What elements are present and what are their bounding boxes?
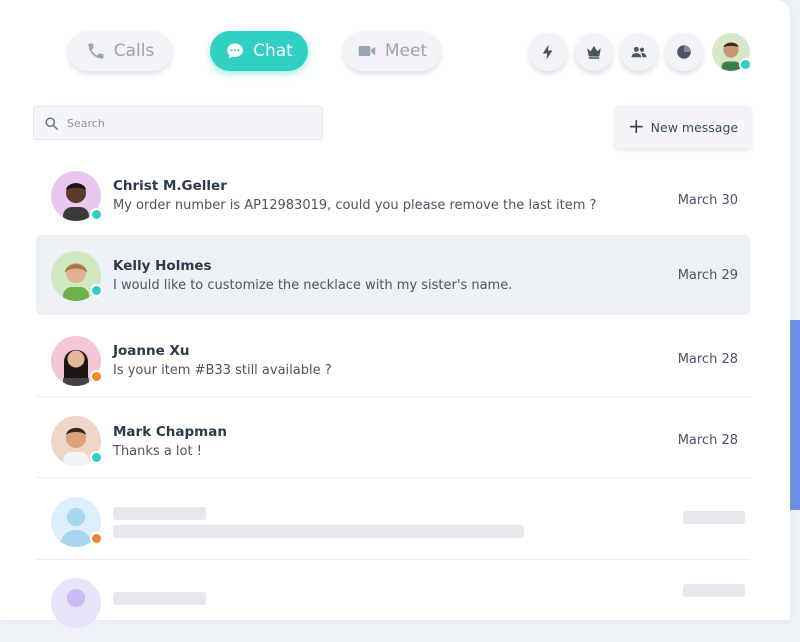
plus-icon: + <box>627 114 645 138</box>
group-button[interactable] <box>620 33 658 71</box>
message-preview: Thanks a lot ! <box>113 444 202 459</box>
new-message-button[interactable]: + New message <box>615 106 751 148</box>
contact-name: Mark Chapman <box>113 424 227 440</box>
pie-chart-icon <box>677 45 691 59</box>
chat-panel: Calls Chat Meet + New message <box>0 0 790 628</box>
skeleton-name <box>113 592 206 605</box>
message-date: March 30 <box>677 193 738 208</box>
status-dot-away <box>90 370 103 383</box>
phone-icon <box>88 43 104 59</box>
contact-name: Kelly Holmes <box>113 258 212 274</box>
skeleton-date <box>683 511 745 524</box>
skeleton-name <box>113 507 206 520</box>
tab-chat-label: Chat <box>253 41 293 61</box>
message-date: March 28 <box>677 433 738 448</box>
bolt-button[interactable] <box>529 33 567 71</box>
conversation-row[interactable]: Christ M.Geller My order number is AP129… <box>36 160 750 240</box>
tab-chat[interactable]: Chat <box>210 31 308 71</box>
status-dot-away <box>90 532 103 545</box>
search-icon <box>45 116 58 130</box>
bolt-icon <box>542 44 553 60</box>
tab-calls[interactable]: Calls <box>68 31 172 71</box>
message-preview: Is your item #B33 still available ? <box>113 363 332 378</box>
contact-name: Christ M.Geller <box>113 178 227 194</box>
conversation-row[interactable]: Joanne Xu Is your item #B33 still availa… <box>36 317 750 397</box>
tab-calls-label: Calls <box>113 41 155 61</box>
skeleton-date <box>683 584 745 597</box>
conversation-row-selected[interactable]: Kelly Holmes I would like to customize t… <box>36 235 750 315</box>
user-status-dot <box>739 58 752 71</box>
status-dot-online <box>90 208 103 221</box>
pie-chart-button[interactable] <box>665 33 703 71</box>
tab-meet[interactable]: Meet <box>343 31 441 71</box>
status-dot-online <box>90 451 103 464</box>
placeholder-avatar <box>51 578 101 628</box>
search-input[interactable] <box>65 115 309 131</box>
video-camera-icon <box>358 46 376 56</box>
conversation-row-placeholder <box>36 562 750 642</box>
tab-meet-label: Meet <box>384 41 428 61</box>
message-preview: I would like to customize the necklace w… <box>113 278 513 293</box>
crown-icon <box>587 46 601 59</box>
status-dot-online <box>90 284 103 297</box>
search-box[interactable] <box>33 106 323 140</box>
conversation-row[interactable]: Mark Chapman Thanks a lot ! March 28 <box>36 398 750 478</box>
contact-name: Joanne Xu <box>113 343 190 359</box>
person-placeholder-icon <box>51 578 101 628</box>
crown-button[interactable] <box>575 33 613 71</box>
skeleton-preview <box>113 525 524 538</box>
group-icon <box>631 46 647 58</box>
message-preview: My order number is AP12983019, could you… <box>113 198 597 213</box>
message-date: March 29 <box>677 268 738 283</box>
new-message-label: New message <box>650 119 739 135</box>
conversation-row-placeholder <box>36 480 750 560</box>
message-date: March 28 <box>677 352 738 367</box>
chat-bubble-icon <box>227 43 244 59</box>
